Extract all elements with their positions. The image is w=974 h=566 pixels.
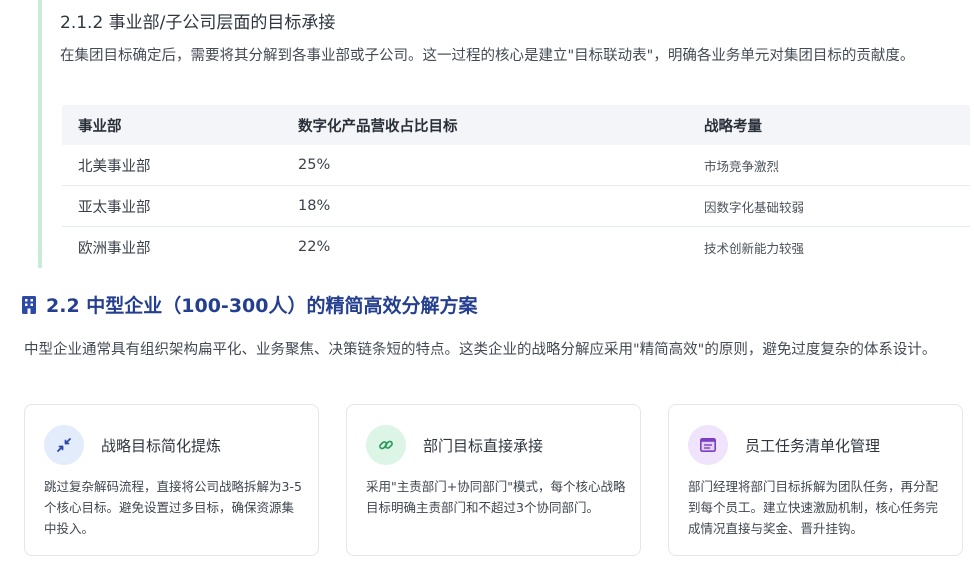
card-title: 部门目标直接承接: [423, 437, 544, 455]
column-header-strategic-consideration: 战略考量: [704, 105, 970, 145]
compress-arrows-icon: [44, 425, 84, 465]
table-cell: 亚太事业部: [62, 185, 298, 227]
goal-cascade-section: 2.1.2 事业部/子公司层面的目标承接 在集团目标确定后，需要将其分解到各事业…: [38, 0, 974, 268]
table-cell: 欧洲事业部: [78, 240, 151, 257]
card-employee-tasks: 员工任务清单化管理 部门经理将部门目标拆解为团队任务，再分配到每个员工。建立快速…: [668, 404, 963, 556]
column-header-division: 事业部: [62, 105, 298, 145]
card-description: 跳过复杂解码流程，直接将公司战略拆解为3-5个核心目标。避免设置过多目标，确保资…: [44, 479, 302, 536]
table-row: 北美事业部 25% 市场竞争激烈: [62, 145, 970, 186]
card-title: 战略目标简化提炼: [101, 437, 222, 455]
table-cell: 25%: [298, 145, 704, 186]
table-cell: 市场竞争激烈: [704, 145, 970, 186]
link-icon: [366, 425, 406, 465]
section-heading: 2.2 中型企业（100-300人）的精简高效分解方案: [22, 291, 477, 318]
table-row: 亚太事业部 18% 因数字化基础较弱: [62, 185, 970, 227]
card-title: 员工任务清单化管理: [745, 437, 881, 455]
table-row: 欧洲事业部 22% 技术创新能力较强: [62, 227, 970, 268]
table-cell: 22%: [298, 239, 331, 255]
table-cell: 技术创新能力较强: [704, 240, 805, 256]
subsection-title: 2.1.2 事业部/子公司层面的目标承接: [60, 13, 336, 33]
card-description: 采用"主责部门+协同部门"模式，每个核心战略目标明确主责部门和不超过3个协同部门…: [366, 479, 626, 515]
section-heading-text: 2.2 中型企业（100-300人）的精简高效分解方案: [46, 295, 478, 317]
goal-linkage-table: 事业部 数字化产品营收占比目标 战略考量 北美事业部 25% 市场竞争激烈 亚太…: [62, 105, 970, 267]
column-header-revenue-target: 数字化产品营收占比目标: [298, 105, 704, 145]
table-cell: 因数字化基础较弱: [704, 185, 970, 227]
card-description: 部门经理将部门目标拆解为团队任务，再分配到每个员工。建立快速激励机制，核心任务完…: [688, 479, 939, 536]
section-paragraph: 中型企业通常具有组织架构扁平化、业务聚焦、决策链条短的特点。这类企业的战略分解应…: [24, 342, 937, 358]
card-department-targets: 部门目标直接承接 采用"主责部门+协同部门"模式，每个核心战略目标明确主责部门和…: [346, 404, 641, 556]
table-header-row: 事业部 数字化产品营收占比目标 战略考量: [62, 105, 970, 145]
table-cell: 北美事业部: [62, 145, 298, 186]
building-icon: [22, 295, 36, 314]
subsection-paragraph: 在集团目标确定后，需要将其分解到各事业部或子公司。这一过程的核心是建立"目标联动…: [60, 48, 915, 64]
card-strategy-simplify: 战略目标简化提炼 跳过复杂解码流程，直接将公司战略拆解为3-5个核心目标。避免设…: [24, 404, 319, 556]
table-cell: 18%: [298, 185, 704, 227]
task-list-icon: [688, 425, 728, 465]
